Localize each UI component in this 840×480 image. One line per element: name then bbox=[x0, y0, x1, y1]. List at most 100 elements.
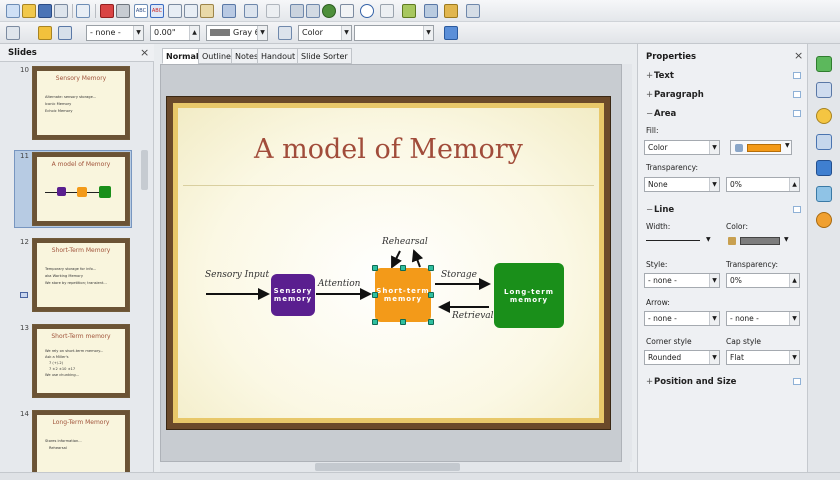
long-term-memory-box[interactable]: Long-term memory bbox=[494, 263, 564, 328]
styles-icon[interactable] bbox=[816, 160, 832, 176]
slide-thumbnail-12[interactable]: 12 Short-Term Memory Temporary storage f… bbox=[0, 236, 154, 316]
slide-layout-icon[interactable] bbox=[402, 4, 416, 18]
tab-outline[interactable]: Outline bbox=[198, 48, 235, 64]
undo-icon[interactable] bbox=[244, 4, 258, 18]
more-options-icon[interactable] bbox=[793, 91, 801, 98]
slide-design-icon[interactable] bbox=[424, 4, 438, 18]
horizontal-scrollbar-thumb[interactable] bbox=[315, 463, 460, 471]
rehearsal-label[interactable]: Rehearsal bbox=[382, 237, 428, 247]
area-transparency-mode-select[interactable]: None ▼ bbox=[644, 177, 720, 192]
fill-color-picker[interactable]: ▼ bbox=[730, 140, 792, 155]
section-line[interactable]: −Line bbox=[646, 205, 674, 215]
export-pdf-icon[interactable] bbox=[100, 4, 114, 18]
slides-scrollbar-thumb[interactable] bbox=[141, 150, 148, 190]
open-folder-icon[interactable] bbox=[22, 4, 36, 18]
redo-icon[interactable] bbox=[266, 4, 280, 18]
area-transparency-spin[interactable]: 0% ▲ bbox=[726, 177, 800, 192]
horizontal-scrollbar[interactable] bbox=[160, 462, 630, 472]
points-icon[interactable] bbox=[6, 26, 20, 40]
copy-icon[interactable] bbox=[184, 4, 198, 18]
short-term-memory-box[interactable]: Short-term memory bbox=[375, 268, 431, 322]
resize-handle-left[interactable] bbox=[372, 292, 378, 298]
shadow-icon[interactable] bbox=[444, 26, 458, 40]
line-width-spin[interactable]: 0.00" ▲ bbox=[150, 25, 200, 41]
grid-icon[interactable] bbox=[340, 4, 354, 18]
area-icon[interactable] bbox=[278, 26, 292, 40]
table-icon[interactable] bbox=[306, 4, 320, 18]
chevron-down-icon: ▼ bbox=[784, 236, 789, 243]
gallery-icon[interactable] bbox=[816, 186, 832, 202]
chevron-down-icon: ▼ bbox=[706, 236, 711, 243]
clone-formatting-icon[interactable] bbox=[222, 4, 236, 18]
resize-handle-top[interactable] bbox=[400, 265, 406, 271]
slide-thumbnail-14[interactable]: 14 Long-Term Memory Stores information..… bbox=[0, 408, 154, 480]
section-text[interactable]: +Text bbox=[646, 71, 674, 81]
email-icon[interactable] bbox=[54, 4, 68, 18]
autospellcheck-icon[interactable]: ABC bbox=[150, 4, 164, 18]
section-paragraph[interactable]: +Paragraph bbox=[646, 90, 704, 100]
custom-animation-deck-icon[interactable] bbox=[816, 108, 832, 124]
attention-label[interactable]: Attention bbox=[318, 279, 360, 289]
sensory-input-label[interactable]: Sensory Input bbox=[205, 270, 269, 280]
area-fill-select[interactable]: ▼ bbox=[354, 25, 434, 41]
line-style-select-panel[interactable]: - none - ▼ bbox=[644, 273, 720, 288]
section-position-size[interactable]: +Position and Size bbox=[646, 377, 736, 387]
arrow-style-icon[interactable] bbox=[58, 26, 72, 40]
fill-type-select[interactable]: Color ▼ bbox=[644, 140, 720, 155]
display-slide-icon[interactable] bbox=[466, 4, 480, 18]
line-transparency-spin[interactable]: 0% ▲ bbox=[726, 273, 800, 288]
more-options-icon[interactable] bbox=[793, 72, 801, 79]
print-icon[interactable] bbox=[116, 4, 130, 18]
edit-mode-icon[interactable] bbox=[76, 4, 90, 18]
chevron-down-icon: ▼ bbox=[789, 312, 799, 325]
more-options-icon[interactable] bbox=[793, 110, 801, 117]
navigator-deck-icon[interactable] bbox=[816, 212, 832, 228]
resize-handle-top-left[interactable] bbox=[372, 265, 378, 271]
chart-icon[interactable] bbox=[290, 4, 304, 18]
slide-thumbnail-11[interactable]: 11 A model of Memory bbox=[0, 150, 154, 230]
slide-transition-icon[interactable] bbox=[816, 134, 832, 150]
slide-thumbnail-13[interactable]: 13 Short-Term memory We rely on short-te… bbox=[0, 322, 154, 402]
cap-style-select[interactable]: Flat ▼ bbox=[726, 350, 800, 365]
slide-number: 12 bbox=[20, 238, 29, 246]
line-icon[interactable] bbox=[38, 26, 52, 40]
toolbar-overflow-icon[interactable] bbox=[380, 4, 394, 18]
area-style-select[interactable]: Color ▼ bbox=[298, 25, 352, 41]
close-slides-pane-button[interactable]: × bbox=[140, 46, 149, 59]
more-options-icon[interactable] bbox=[793, 206, 801, 213]
retrieval-label[interactable]: Retrieval bbox=[452, 311, 494, 321]
arrow-start-select[interactable]: - none - ▼ bbox=[644, 311, 720, 326]
properties-deck-icon[interactable] bbox=[816, 56, 832, 72]
spellcheck-icon[interactable]: ABC bbox=[134, 4, 148, 18]
corner-style-select[interactable]: Rounded ▼ bbox=[644, 350, 720, 365]
vertical-scrollbar[interactable] bbox=[622, 64, 632, 462]
line-color-swatch bbox=[740, 237, 780, 245]
line-color-select[interactable]: Gray 6 ▼ bbox=[206, 25, 268, 41]
tab-normal[interactable]: Normal bbox=[162, 48, 203, 64]
sensory-memory-box[interactable]: Sensory memory bbox=[271, 274, 315, 316]
new-document-icon[interactable] bbox=[6, 4, 20, 18]
resize-handle-bottom-right[interactable] bbox=[428, 319, 434, 325]
line-width-select[interactable]: ▼ bbox=[644, 234, 714, 248]
save-icon[interactable] bbox=[38, 4, 52, 18]
presentation-icon[interactable] bbox=[444, 4, 458, 18]
navigator-icon[interactable] bbox=[322, 4, 336, 18]
resize-handle-top-right[interactable] bbox=[428, 265, 434, 271]
arrow-end-select[interactable]: - none - ▼ bbox=[726, 311, 800, 326]
paste-icon[interactable] bbox=[200, 4, 214, 18]
cut-icon[interactable] bbox=[168, 4, 182, 18]
tab-slide-sorter[interactable]: Slide Sorter bbox=[297, 48, 352, 64]
resize-handle-bottom[interactable] bbox=[400, 319, 406, 325]
master-slides-icon[interactable] bbox=[816, 82, 832, 98]
section-area[interactable]: −Area bbox=[646, 109, 676, 119]
storage-label[interactable]: Storage bbox=[441, 270, 477, 280]
resize-handle-right[interactable] bbox=[428, 292, 434, 298]
tab-handout[interactable]: Handout bbox=[257, 48, 300, 64]
more-options-icon[interactable] bbox=[793, 378, 801, 385]
line-color-picker[interactable]: ▼ bbox=[726, 234, 794, 248]
line-style-select[interactable]: - none - ▼ bbox=[86, 25, 144, 41]
help-icon[interactable] bbox=[360, 4, 374, 18]
close-properties-button[interactable]: × bbox=[794, 49, 803, 62]
slide-thumbnail-10[interactable]: 10 Sensory Memory Alternate: sensory sto… bbox=[0, 64, 154, 144]
resize-handle-bottom-left[interactable] bbox=[372, 319, 378, 325]
